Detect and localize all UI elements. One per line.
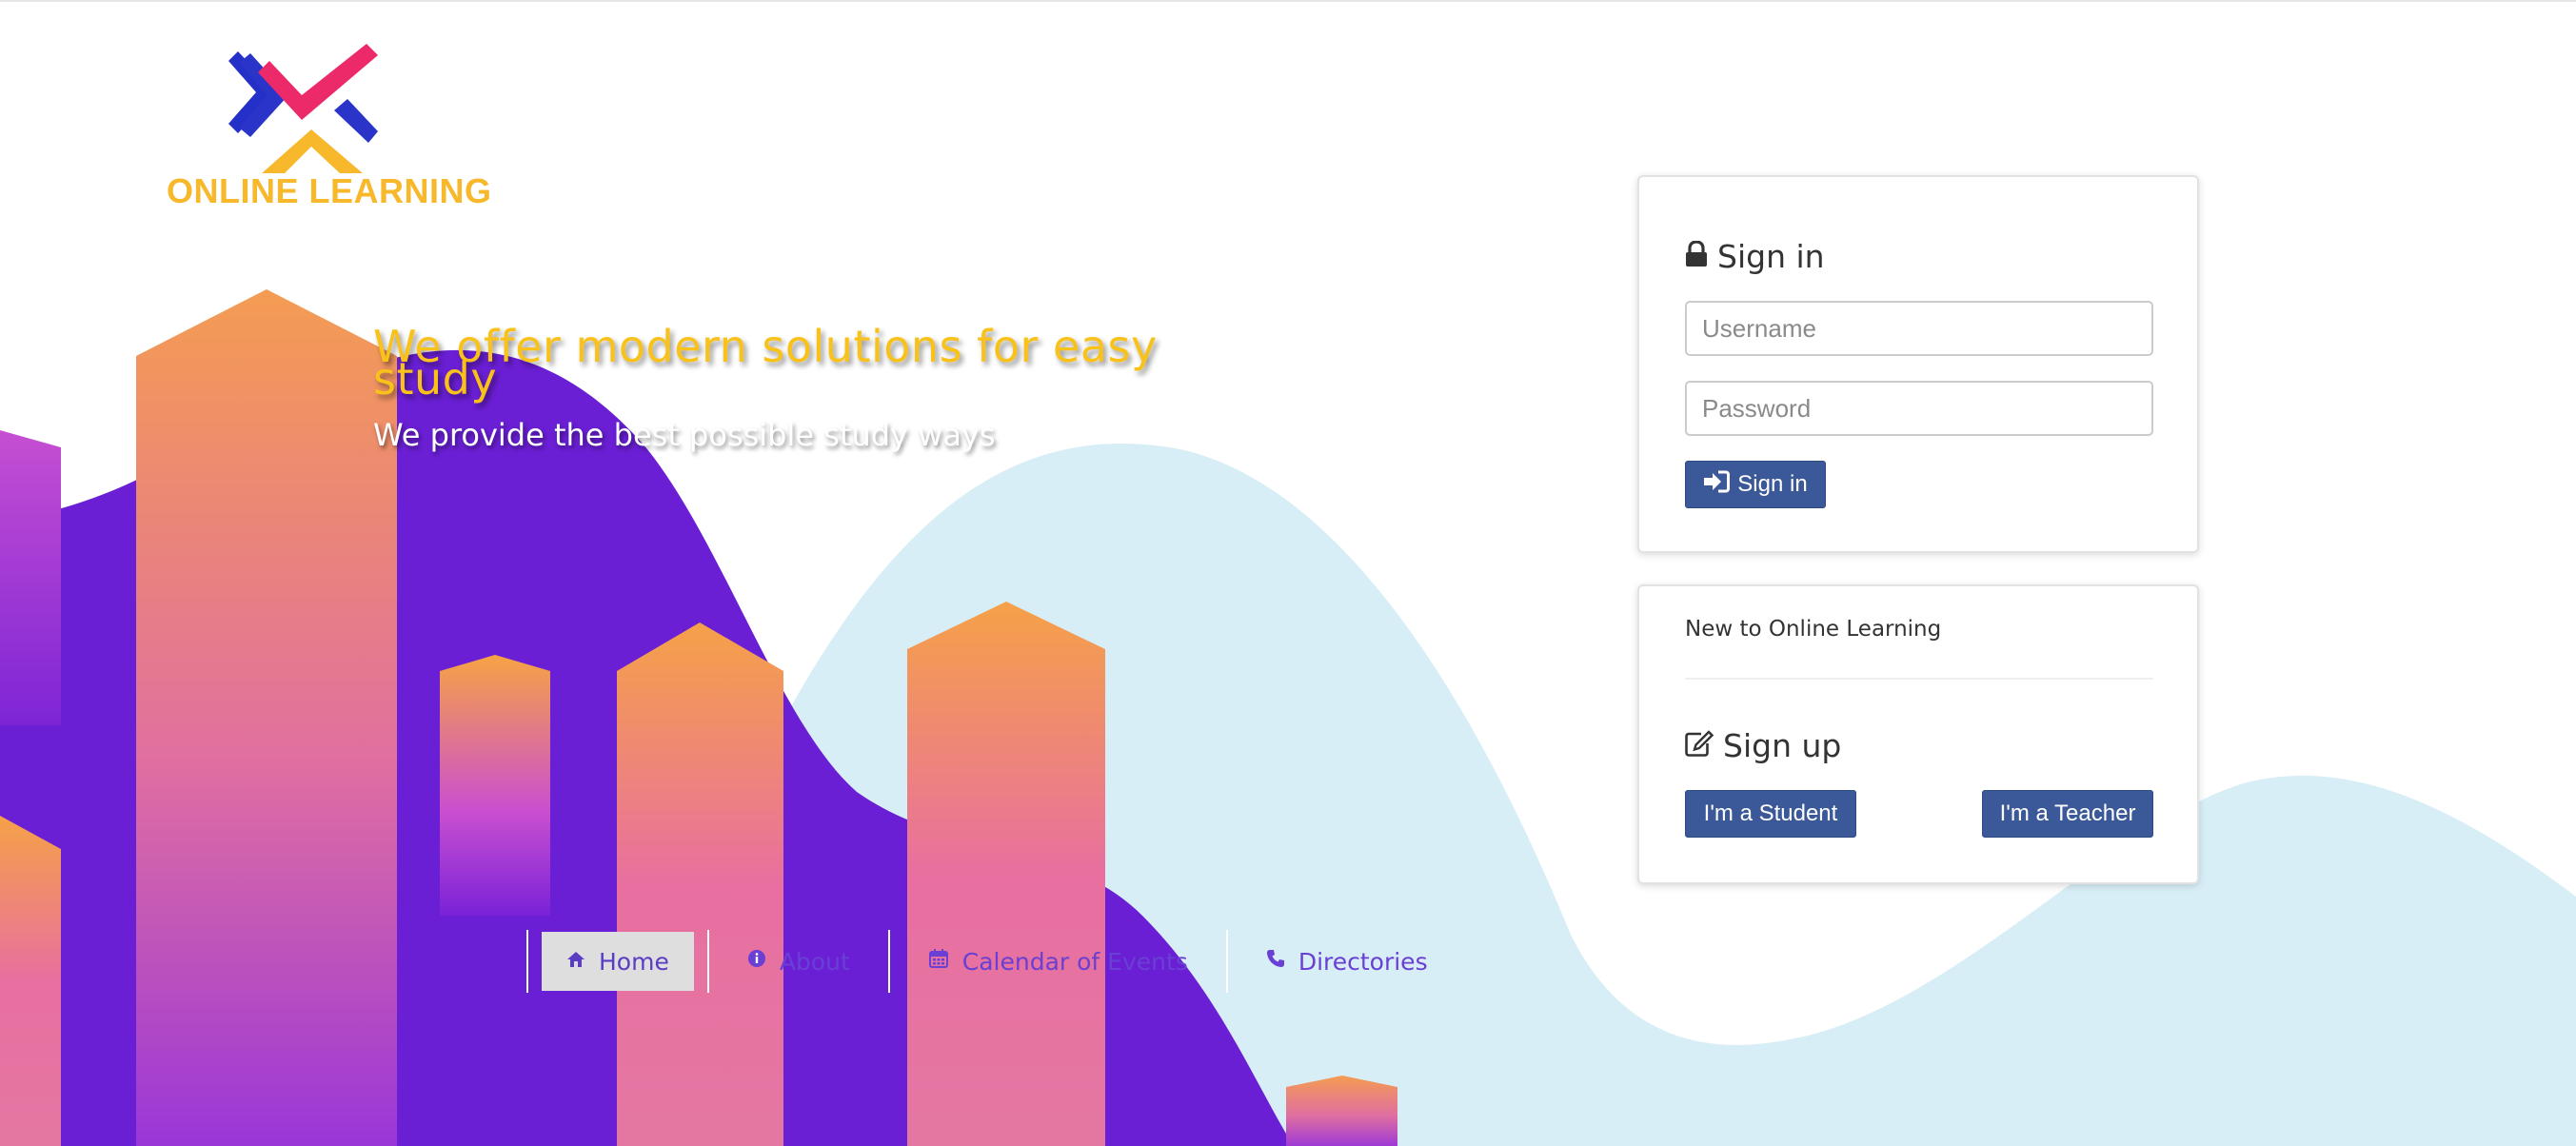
signin-panel: Sign in Sign in [1637, 175, 2199, 553]
signin-title-label: Sign in [1717, 238, 1825, 275]
password-input[interactable] [1685, 381, 2153, 436]
nav-item-about[interactable]: About [723, 932, 875, 991]
nav-divider [526, 930, 528, 993]
nav-item-calendar[interactable]: Calendar of Events [903, 932, 1213, 991]
nav-item-directories[interactable]: Directories [1241, 932, 1453, 991]
nav-divider [887, 930, 890, 993]
student-signup-button[interactable]: I'm a Student [1685, 790, 1856, 838]
brand-logo[interactable]: ONLINE LEARNING [167, 40, 492, 211]
brand-name: ONLINE LEARNING [167, 171, 492, 210]
username-input[interactable] [1685, 301, 2153, 356]
nav-item-label: Directories [1298, 947, 1428, 976]
nav-item-label: Home [599, 947, 669, 976]
signup-title: Sign up [1685, 727, 1841, 764]
nav-divider [1225, 930, 1228, 993]
signin-button-label: Sign in [1737, 471, 1808, 497]
signup-panel: New to Online Learning Sign up I'm a Stu… [1637, 584, 2199, 884]
edit-icon [1685, 727, 1714, 764]
lock-icon [1685, 238, 1708, 275]
nav-divider [706, 930, 709, 993]
signup-intro: New to Online Learning [1685, 617, 1942, 642]
info-icon [747, 949, 766, 974]
nav-item-home[interactable]: Home [542, 932, 694, 991]
hero-headline: We offer modern solutions for easy study [373, 321, 1158, 405]
nav-item-label: About [779, 947, 850, 976]
teacher-signup-button[interactable]: I'm a Teacher [1982, 790, 2153, 838]
x-logo-icon [228, 44, 378, 173]
hero-subheadline: We provide the best possible study ways [373, 417, 996, 453]
calendar-icon [928, 948, 949, 975]
phone-icon [1266, 949, 1285, 974]
home-icon [566, 950, 585, 974]
signin-button[interactable]: Sign in [1685, 461, 1826, 508]
signup-title-label: Sign up [1723, 727, 1842, 764]
signup-divider [1685, 678, 2153, 680]
nav-item-label: Calendar of Events [961, 947, 1188, 976]
signin-title: Sign in [1685, 238, 1825, 275]
main-nav: Home About Calendar of Events Directorie… [526, 930, 1466, 993]
page: ONLINE LEARNING We offer modern solution… [0, 0, 2576, 1146]
sign-in-icon [1703, 470, 1731, 500]
